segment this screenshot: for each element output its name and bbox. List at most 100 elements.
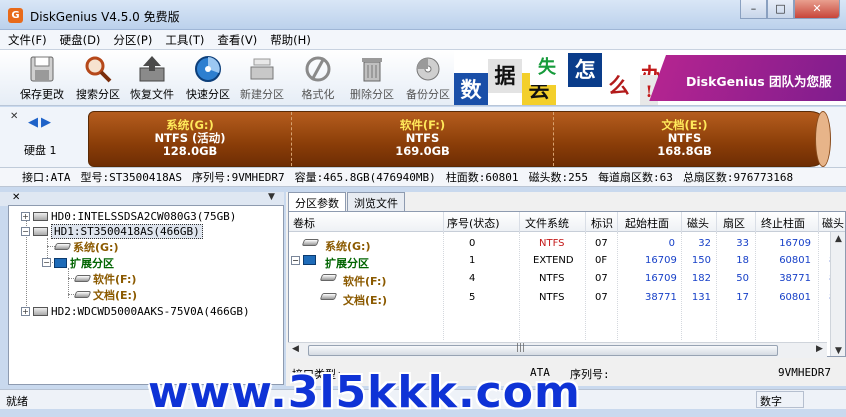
scroll-up-icon[interactable]: ▲ (835, 234, 842, 244)
row-sector: 50 (736, 273, 749, 284)
tree-pane-header: ✕ ▼ (0, 192, 284, 206)
row-index: 1 (469, 255, 476, 266)
scroll-right-icon[interactable]: ▶ (816, 344, 823, 354)
column-divider (519, 212, 520, 232)
backup-partition-button[interactable]: 备份分区 (400, 52, 456, 104)
column-header[interactable]: 扇区 (723, 215, 745, 231)
tab-partition-params[interactable]: 分区参数 (288, 192, 346, 212)
partition-icon (319, 273, 339, 284)
table-row[interactable]: 软件(F:) 4 NTFS 07 16709 182 50 38771 8 (289, 270, 845, 289)
column-header[interactable]: 卷标 (293, 215, 315, 231)
window-controls: – □ ✕ (740, 0, 840, 20)
banner-char: 么 (602, 69, 636, 103)
delete-partition-label: 删除分区 (350, 88, 394, 101)
hard-disk-icon (33, 212, 48, 221)
scrollbar-thumb[interactable] (308, 345, 778, 356)
search-partition-icon (82, 54, 114, 84)
save-changes-button[interactable]: 保存更改 (14, 52, 70, 104)
column-header[interactable]: 文件系统 (525, 215, 569, 231)
tree-item-label: 软件(F:) (93, 272, 137, 286)
tree-item-hd1[interactable]: − HD1:ST3500418AS(466GB) (21, 224, 203, 239)
menu-bar: 文件(F) 硬盘(D) 分区(P) 工具(T) 查看(V) 帮助(H) (0, 30, 846, 50)
maximize-button[interactable]: □ (767, 0, 794, 19)
minimize-button[interactable]: – (740, 0, 767, 19)
prev-disk-icon[interactable]: ◀ (28, 115, 38, 130)
close-button[interactable]: ✕ (794, 0, 840, 19)
tree-item-hd2[interactable]: + HD2:WDCWD5000AAKS-75V0A(466GB) (21, 304, 250, 319)
menu-disk[interactable]: 硬盘(D) (60, 32, 101, 48)
menu-help[interactable]: 帮助(H) (270, 32, 311, 48)
column-header[interactable]: 终止柱面 (761, 215, 805, 231)
delete-partition-icon (356, 54, 388, 84)
horizontal-scrollbar[interactable]: ◀ ||| ▶ (288, 342, 827, 358)
row-sector: 33 (736, 238, 749, 249)
column-header[interactable]: 磁头 (687, 215, 709, 231)
column-divider (585, 212, 586, 232)
table-row[interactable]: − 扩展分区 1 EXTEND 0F 16709 150 18 60801 8 (289, 252, 845, 271)
collapse-icon[interactable]: − (42, 258, 51, 267)
recover-files-button[interactable]: 恢复文件 (124, 52, 180, 104)
disk-model: 型号:ST3500418AS (80, 171, 182, 184)
partition-block-system[interactable]: 系统(G:) NTFS (活动) 128.0GB (89, 112, 291, 166)
backup-partition-label: 备份分区 (406, 88, 450, 101)
menu-partition[interactable]: 分区(P) (113, 32, 152, 48)
partition-block-software[interactable]: 软件(F:) NTFS 169.0GB (291, 112, 553, 166)
banner-char: 据 (488, 59, 522, 93)
search-partition-button[interactable]: 搜索分区 (70, 52, 126, 104)
partition-details-pane: 分区参数 浏览文件 卷标 序号(状态) 文件系统 标识 起始柱面 磁头 扇区 终… (286, 192, 846, 386)
expand-icon[interactable]: + (21, 212, 30, 221)
format-button[interactable]: 格式化 (290, 52, 346, 104)
column-header[interactable]: 标识 (591, 215, 613, 231)
quick-partition-button[interactable]: 快速分区 (180, 52, 236, 104)
scroll-down-icon[interactable]: ▼ (835, 346, 842, 356)
row-end-cylinder: 60801 (779, 292, 811, 303)
tab-browse-files[interactable]: 浏览文件 (347, 192, 405, 211)
table-row[interactable]: 文档(E:) 5 NTFS 07 38771 131 17 60801 8 (289, 289, 845, 308)
tree-item-label: HD2:WDCWD5000AAKS-75V0A(466GB) (51, 305, 250, 318)
disk-bar-endcap (815, 111, 831, 167)
disk-interface: 接口:ATA (22, 171, 71, 184)
tree-item-documents[interactable]: 文档(E:) (73, 287, 137, 302)
delete-partition-button[interactable]: 删除分区 (344, 52, 400, 104)
tree-item-software[interactable]: 软件(F:) (73, 271, 137, 286)
tree-item-hd0[interactable]: + HD0:INTELSSDSA2CW080G3(75GB) (21, 209, 236, 224)
partition-size: 128.0GB (162, 144, 218, 158)
disk-capacity: 容量:465.8GB(476940MB) (294, 171, 436, 184)
collapse-icon[interactable]: − (21, 227, 30, 236)
new-partition-button[interactable]: 新建分区 (234, 52, 290, 104)
disk-tree: + HD0:INTELSSDSA2CW080G3(75GB) − HD1:ST3… (8, 205, 284, 385)
disk-sectors-per-track: 每道扇区数:63 (598, 171, 673, 184)
column-header[interactable]: 起始柱面 (625, 215, 669, 231)
row-id: 0F (595, 255, 608, 266)
row-start-cylinder: 0 (668, 238, 675, 249)
row-start-cylinder: 38771 (645, 292, 677, 303)
disk-serial: 序列号:9VMHEDR7 (191, 171, 285, 184)
serial-value: 9VMHEDR7 (778, 366, 831, 379)
tree-close-icon[interactable]: ✕ (12, 192, 20, 203)
partition-block-documents[interactable]: 文档(E:) NTFS 168.8GB (553, 112, 815, 166)
tree-item-system[interactable]: 系统(G:) (53, 239, 118, 254)
quick-partition-icon (192, 54, 224, 84)
scroll-left-icon[interactable]: ◀ (292, 344, 299, 354)
backup-partition-icon (412, 54, 444, 84)
tree-item-extended[interactable]: − 扩展分区 (42, 255, 114, 270)
next-disk-icon[interactable]: ▶ (41, 115, 51, 130)
search-partition-label: 搜索分区 (76, 88, 120, 101)
hard-disk-icon (33, 307, 48, 316)
row-sector: 17 (736, 292, 749, 303)
menu-view[interactable]: 查看(V) (217, 32, 257, 48)
vertical-scrollbar[interactable]: ▲ ▼ (830, 232, 845, 356)
tree-pin-icon[interactable]: ▼ (268, 192, 275, 202)
menu-file[interactable]: 文件(F) (8, 32, 47, 48)
promo-banner[interactable]: 数 据 丢 失 怎 么 办 ! DiskGenius 团队为您服 (454, 51, 846, 105)
row-head: 150 (691, 255, 711, 266)
menu-tools[interactable]: 工具(T) (165, 32, 204, 48)
pane-close-icon[interactable]: ✕ (10, 111, 18, 122)
row-index: 0 (469, 238, 476, 249)
row-start-cylinder: 16709 (645, 255, 677, 266)
column-header[interactable]: 磁头 (822, 215, 844, 231)
banner-char: 怎 (568, 53, 602, 87)
collapse-icon[interactable]: − (291, 255, 300, 266)
column-header[interactable]: 序号(状态) (447, 215, 500, 231)
expand-icon[interactable]: + (21, 307, 30, 316)
